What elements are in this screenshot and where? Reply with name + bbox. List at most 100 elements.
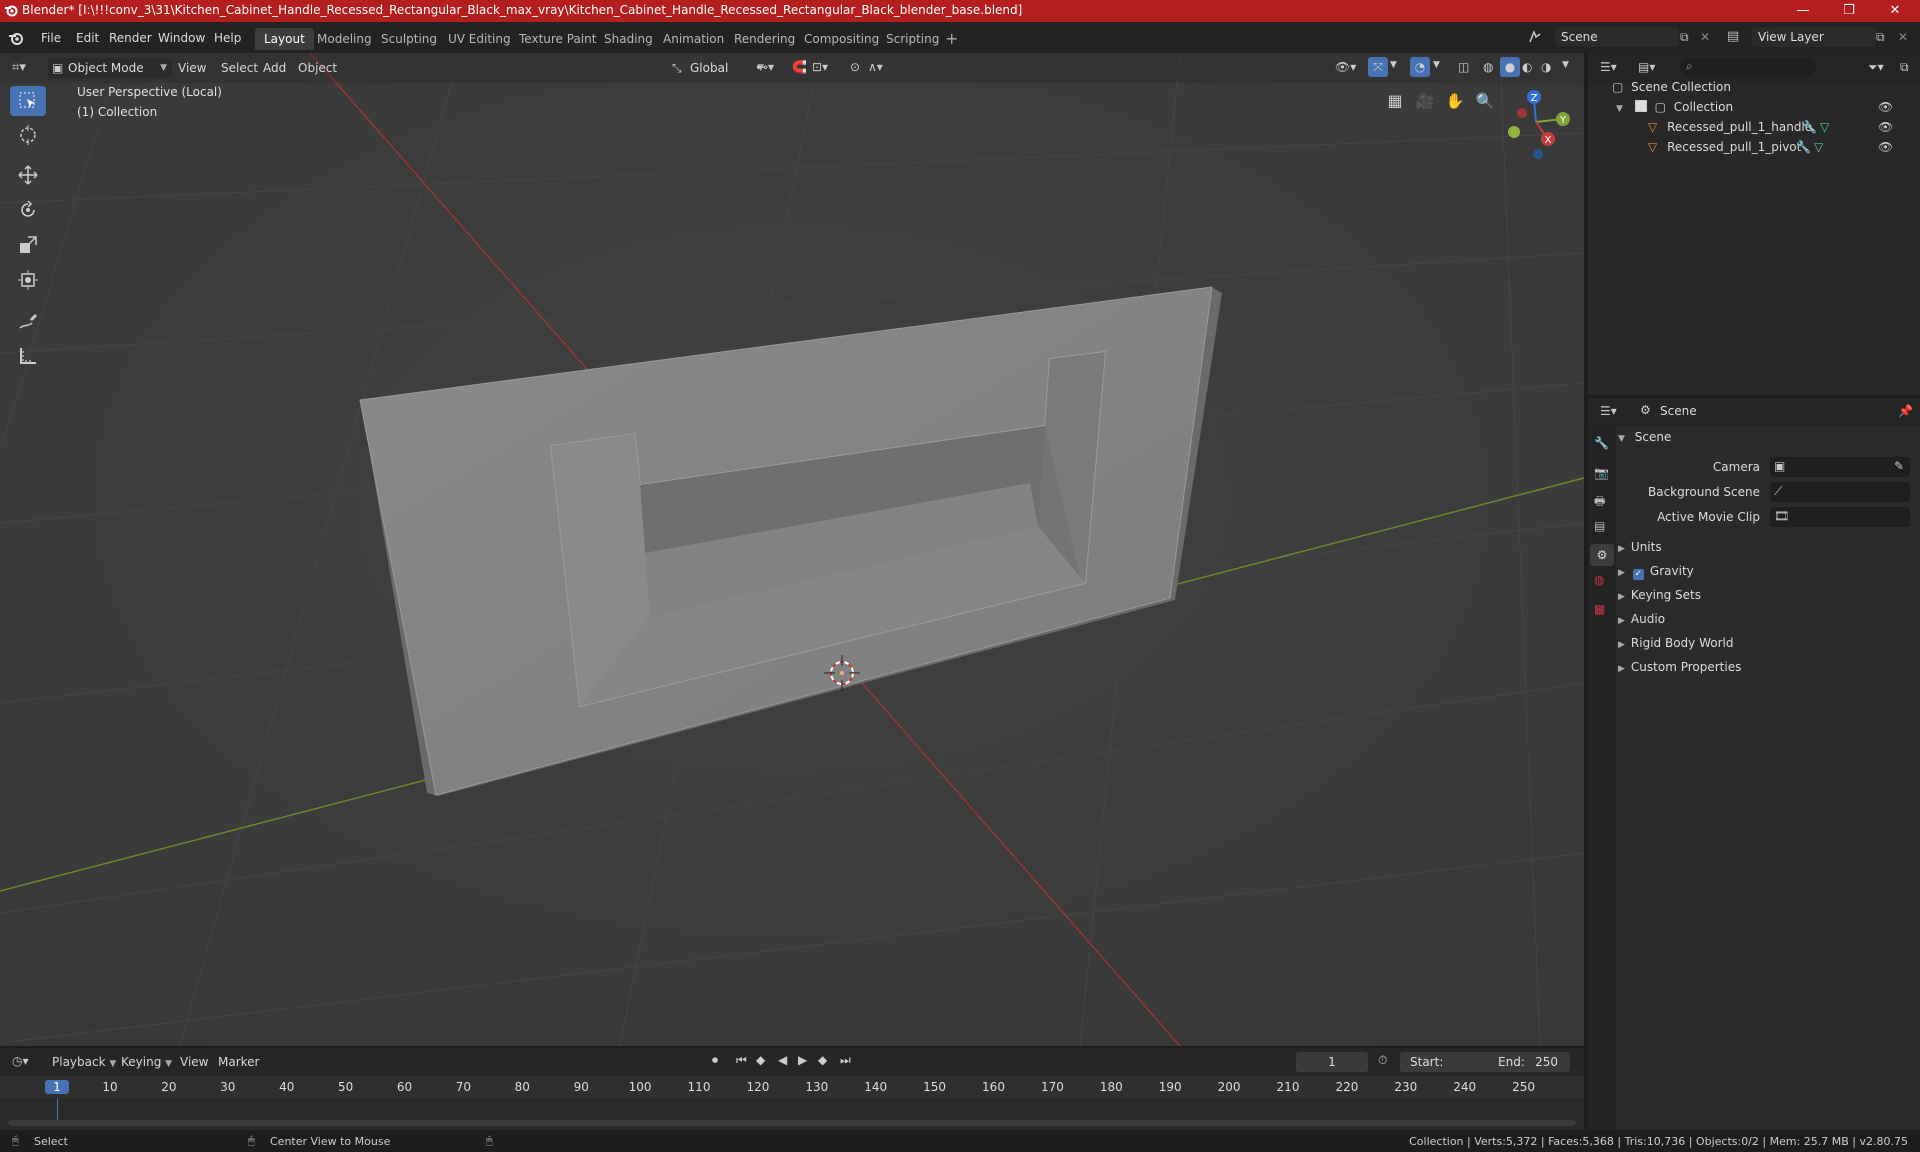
close-button[interactable]: ✕ xyxy=(1872,0,1918,22)
outliner-object-row[interactable]: ▽ Recessed_pull_1_handle 🔧 ▽ 👁 xyxy=(1648,117,1916,137)
pivot-point-icon[interactable]: ⊷▾ xyxy=(756,60,774,74)
view-layer-tab-icon[interactable]: ▤ xyxy=(1594,519,1605,533)
shading-dropdown-icon[interactable]: ▼ xyxy=(1562,60,1569,70)
cursor-tool[interactable] xyxy=(10,120,46,150)
rotate-tool[interactable] xyxy=(10,195,46,225)
outliner-search-input[interactable]: ⌕ xyxy=(1680,58,1816,76)
neg-z-axis-handle[interactable] xyxy=(1533,149,1543,159)
end-frame-field[interactable]: End: 250 xyxy=(1488,1052,1570,1072)
material-shading-icon[interactable]: ◐ xyxy=(1522,60,1532,74)
render-tab-icon[interactable]: 📷 xyxy=(1594,466,1609,480)
texture-tab-icon[interactable]: ▩ xyxy=(1594,602,1605,616)
proportional-edit-icon[interactable]: ⊙ xyxy=(850,60,860,74)
mesh-data-icon[interactable]: ▽ xyxy=(1814,137,1823,157)
tab-animation[interactable]: Animation xyxy=(654,28,733,50)
visibility-icon[interactable]: 👁▾ xyxy=(1335,60,1356,74)
jump-keyframe-forward-icon[interactable]: ◆ xyxy=(818,1053,827,1067)
modifier-icon[interactable]: 🔧 xyxy=(1802,117,1817,137)
pan-view-icon[interactable]: ✋ xyxy=(1443,89,1467,113)
add-workspace-icon[interactable]: + xyxy=(945,29,958,48)
scale-tool[interactable] xyxy=(10,230,46,260)
object-visibility-icon[interactable]: 👁 xyxy=(1878,117,1893,137)
tab-rendering[interactable]: Rendering xyxy=(725,28,804,50)
view-layer-selector[interactable]: View Layer xyxy=(1752,27,1876,47)
output-tab-icon[interactable]: 🖶 xyxy=(1594,492,1605,513)
jump-keyframe-back-icon[interactable]: ◆ xyxy=(756,1053,765,1067)
snap-icon[interactable]: 🧲 xyxy=(792,60,807,74)
modifier-icon[interactable]: 🔧 xyxy=(1796,137,1811,157)
delete-scene-icon[interactable]: ✕ xyxy=(1700,30,1710,44)
transform-orientation-selector[interactable]: ⤡ Global ▼ xyxy=(668,58,768,78)
overlays-dropdown-icon[interactable]: ▼ xyxy=(1433,60,1440,70)
maximize-button[interactable]: ❐ xyxy=(1826,0,1872,22)
blender-menu-icon[interactable] xyxy=(8,30,24,46)
active-movie-clip-field[interactable]: 🎞 xyxy=(1770,507,1910,527)
menu-file[interactable]: File xyxy=(34,28,68,48)
viewport-menu-add[interactable]: Add xyxy=(257,58,292,78)
timeline-editor-type-icon[interactable]: ◷▾ xyxy=(12,1054,29,1068)
transform-tool[interactable] xyxy=(10,265,46,295)
custom-properties-panel-header[interactable]: ▶ Custom Properties xyxy=(1618,656,1741,678)
falloff-icon[interactable]: ∧▾ xyxy=(868,60,883,74)
zoom-view-icon[interactable]: 🔍 xyxy=(1473,89,1497,113)
timeline-scrollbar[interactable] xyxy=(8,1120,1576,1126)
snap-target-icon[interactable]: ⊡▾ xyxy=(812,60,828,74)
timeline-menu-playback[interactable]: Playback ▼ xyxy=(46,1052,122,1072)
menu-help[interactable]: Help xyxy=(207,28,248,48)
record-icon[interactable]: ⏺ xyxy=(712,1053,718,1068)
tab-compositing[interactable]: Compositing xyxy=(795,28,888,50)
jump-end-icon[interactable]: ⏭ xyxy=(840,1053,851,1068)
viewport-menu-view[interactable]: View xyxy=(172,58,212,78)
mode-selector[interactable]: ▣ Object Mode ▼ xyxy=(48,58,172,78)
preview-range-icon[interactable]: ⏱ xyxy=(1378,1053,1387,1068)
tab-sculpting[interactable]: Sculpting xyxy=(372,28,446,50)
outliner-object-row[interactable]: ▽ Recessed_pull_1_pivot 🔧 ▽ 👁 xyxy=(1648,137,1916,157)
3d-viewport[interactable] xyxy=(0,53,1584,1046)
jump-start-icon[interactable]: ⏮ xyxy=(736,1053,747,1068)
eyedropper-icon[interactable]: ✎ xyxy=(1894,459,1904,473)
outliner-editor-type-icon[interactable]: ☰▾ xyxy=(1600,60,1617,74)
tab-modeling[interactable]: Modeling xyxy=(308,28,381,50)
move-tool[interactable] xyxy=(10,160,46,190)
scene-panel-header[interactable]: ▼ Scene xyxy=(1618,426,1916,448)
menu-edit[interactable]: Edit xyxy=(69,28,106,48)
display-mode-icon[interactable]: ▤▾ xyxy=(1638,60,1655,74)
timeline-menu-keying[interactable]: Keying ▼ xyxy=(115,1052,178,1072)
wireframe-shading-icon[interactable]: ◍ xyxy=(1483,60,1493,74)
gravity-checkbox[interactable]: ✓ xyxy=(1632,569,1644,580)
scene-tab-icon[interactable]: ⚙ xyxy=(1590,544,1614,566)
camera-view-icon[interactable]: 🎥 xyxy=(1413,89,1437,113)
world-tab-icon[interactable]: ◍ xyxy=(1594,573,1604,587)
play-icon[interactable]: ▶ xyxy=(798,1053,807,1067)
neg-y-axis-handle[interactable] xyxy=(1508,126,1520,138)
filter-icon[interactable]: ⏷▾ xyxy=(1868,60,1884,75)
timeline-menu-view[interactable]: View xyxy=(174,1052,214,1072)
rendered-shading-icon[interactable]: ◑ xyxy=(1541,60,1551,74)
annotate-tool[interactable] xyxy=(10,306,46,336)
audio-panel-header[interactable]: ▶ Audio xyxy=(1618,608,1665,630)
view-layer-icon[interactable]: ▤ xyxy=(1727,29,1739,44)
delete-view-layer-icon[interactable]: ✕ xyxy=(1898,30,1908,44)
timeline-menu-marker[interactable]: Marker xyxy=(212,1052,265,1072)
collapse-arrow-icon[interactable]: ▼ xyxy=(1616,104,1623,114)
collection-row[interactable]: ▼ ▢ Collection 👁 xyxy=(1616,97,1916,117)
tab-texture-paint[interactable]: Texture Paint xyxy=(510,28,605,50)
toggle-grid-icon[interactable]: ▦ xyxy=(1383,89,1407,113)
rigid-body-world-panel-header[interactable]: ▶ Rigid Body World xyxy=(1618,632,1733,654)
editor-type-icon[interactable]: ⌗▾ xyxy=(12,60,26,75)
scene-collection-row[interactable]: ▢ Scene Collection xyxy=(1612,77,1731,97)
units-panel-header[interactable]: ▶ Units xyxy=(1618,536,1662,558)
camera-field[interactable]: ▣ ✎ xyxy=(1770,457,1910,477)
minimize-button[interactable]: — xyxy=(1780,0,1826,22)
tab-scripting[interactable]: Scripting xyxy=(877,28,948,50)
menu-window[interactable]: Window xyxy=(151,28,212,48)
gizmo-toggle-icon[interactable]: ⤧ xyxy=(1368,57,1388,77)
keying-sets-panel-header[interactable]: ▶ Keying Sets xyxy=(1618,584,1701,606)
tool-tab-icon[interactable]: 🔧 xyxy=(1594,436,1609,450)
collection-checkbox[interactable] xyxy=(1634,100,1647,112)
tab-uv-editing[interactable]: UV Editing xyxy=(439,28,520,50)
scene-selector[interactable]: Scene xyxy=(1555,27,1679,47)
play-reverse-icon[interactable]: ◀ xyxy=(778,1053,787,1067)
tab-shading[interactable]: Shading xyxy=(595,28,662,50)
new-view-layer-icon[interactable]: ⧉ xyxy=(1876,30,1885,45)
